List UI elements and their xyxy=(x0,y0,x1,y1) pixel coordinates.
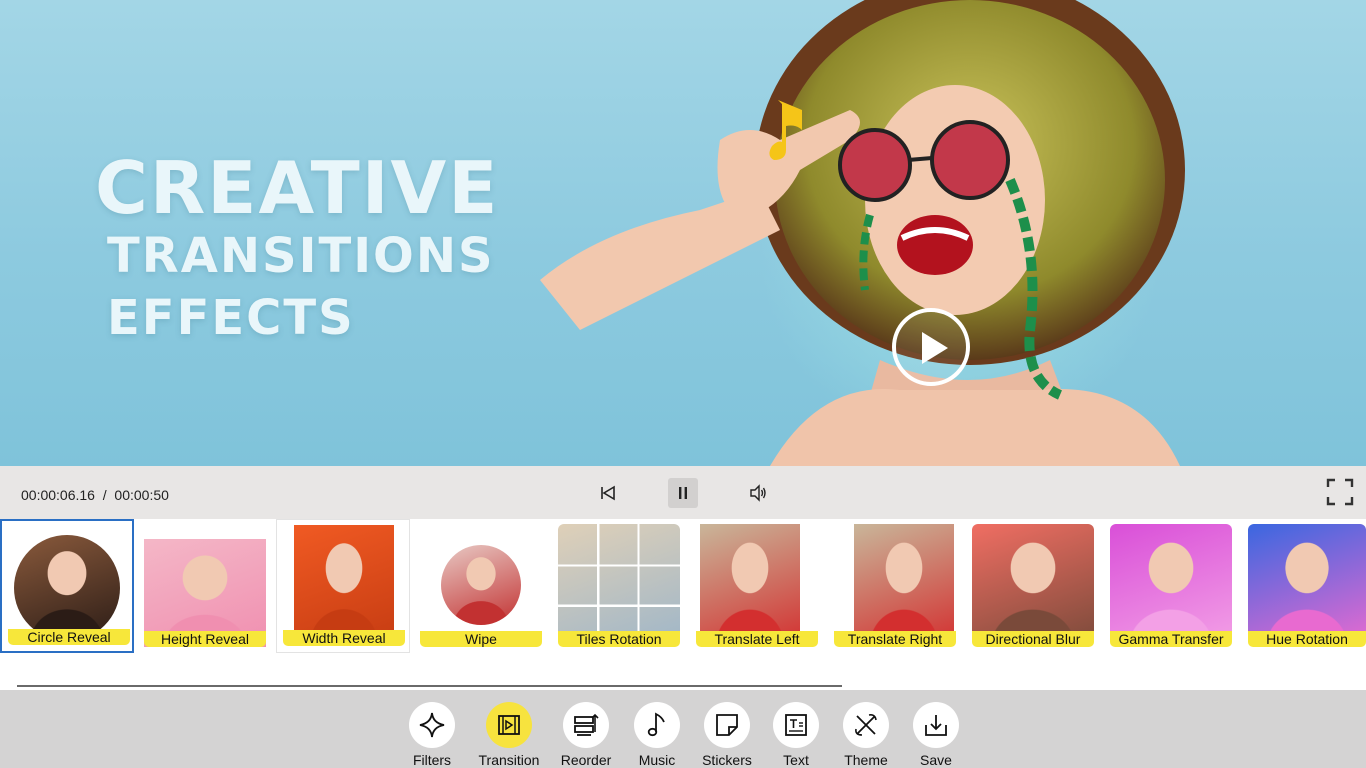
sparkle-icon xyxy=(419,712,445,738)
pause-icon xyxy=(679,487,687,499)
headline-line-2: TRANSITIONS xyxy=(107,228,495,284)
transition-translate-right[interactable]: Translate Right xyxy=(828,519,962,653)
transition-thumbnail xyxy=(1248,524,1366,646)
transition-label: Translate Left xyxy=(696,631,818,647)
transition-label: Circle Reveal xyxy=(8,629,130,645)
play-button[interactable] xyxy=(892,308,970,386)
transition-label: Hue Rotation xyxy=(1248,631,1366,647)
transition-circle-reveal[interactable]: Circle Reveal xyxy=(0,519,134,653)
transition-label: Height Reveal xyxy=(144,631,266,647)
hero-photo xyxy=(540,0,1185,466)
theme-button[interactable]: Theme xyxy=(831,702,901,768)
transition-gamma-transfer[interactable]: Gamma Transfer xyxy=(1104,519,1238,653)
skip-back-button[interactable] xyxy=(593,478,623,508)
music-note-icon xyxy=(647,712,665,737)
fullscreen-button[interactable] xyxy=(1326,478,1354,506)
transition-label: Gamma Transfer xyxy=(1110,631,1232,647)
transition-thumbnail xyxy=(1110,524,1232,646)
theme-label: Theme xyxy=(844,752,888,768)
transition-width-reveal[interactable]: Width Reveal xyxy=(276,519,410,653)
sticker-icon xyxy=(716,714,738,736)
theme-icon xyxy=(855,714,877,736)
headline-line-3: EFFECTS xyxy=(107,290,355,346)
transition-translate-left[interactable]: Translate Left xyxy=(690,519,824,653)
transition-icon xyxy=(498,715,520,735)
filters-button[interactable]: Filters xyxy=(397,702,467,768)
transition-tiles-rotation[interactable]: Tiles Rotation xyxy=(552,519,686,653)
save-button[interactable]: Save xyxy=(901,702,971,768)
total-time: 00:00:50 xyxy=(114,487,169,503)
stickers-label: Stickers xyxy=(702,752,752,768)
transition-thumbnail xyxy=(441,545,521,625)
text-label: Text xyxy=(783,752,809,768)
transition-thumbnail xyxy=(294,525,394,645)
save-label: Save xyxy=(920,752,952,768)
horizontal-scrollbar[interactable] xyxy=(17,685,842,687)
transition-thumbnail xyxy=(14,535,120,641)
transition-button[interactable]: Transition xyxy=(474,702,544,768)
volume-icon xyxy=(750,484,766,502)
transition-thumbnail xyxy=(700,524,800,646)
transition-label: Translate Right xyxy=(834,631,956,647)
stickers-button[interactable]: Stickers xyxy=(692,702,762,768)
reorder-label: Reorder xyxy=(560,752,612,768)
transition-label: Directional Blur xyxy=(972,631,1094,647)
time-readout: 00:00:06.16 / 00:00:50 xyxy=(21,487,169,503)
skip-back-icon xyxy=(601,485,615,501)
volume-button[interactable] xyxy=(743,478,773,508)
transition-list[interactable]: Circle Reveal Height Reveal Width Reveal… xyxy=(0,519,1366,655)
text-button[interactable]: Text xyxy=(761,702,831,768)
filters-label: Filters xyxy=(412,752,452,768)
transition-thumbnail xyxy=(972,524,1094,646)
player-controls: 00:00:06.16 / 00:00:50 xyxy=(0,466,1366,519)
transition-label: Width Reveal xyxy=(283,630,405,646)
save-icon xyxy=(925,715,947,736)
reorder-icon xyxy=(574,713,599,736)
transition-label: Transition xyxy=(478,752,540,768)
transition-thumbnail xyxy=(558,524,680,646)
transition-height-reveal[interactable]: Height Reveal xyxy=(138,519,272,653)
transition-label: Tiles Rotation xyxy=(558,631,680,647)
preview-headline: CREATIVE TRANSITIONS EFFECTS xyxy=(95,150,499,350)
reorder-button[interactable]: Reorder xyxy=(551,702,621,768)
transition-thumbnail xyxy=(854,524,954,646)
transition-wipe[interactable]: Wipe xyxy=(414,519,548,653)
play-icon xyxy=(922,332,948,364)
transition-hue-rotation[interactable]: Hue Rotation xyxy=(1242,519,1366,653)
video-preview[interactable]: CREATIVE TRANSITIONS EFFECTS xyxy=(0,0,1366,466)
fullscreen-icon xyxy=(1326,478,1354,506)
bottom-toolbar: Filters Transition Reorder Music Sticker… xyxy=(0,690,1366,768)
music-button[interactable]: Music xyxy=(622,702,692,768)
music-label: Music xyxy=(638,752,676,768)
transition-directional-blur[interactable]: Directional Blur xyxy=(966,519,1100,653)
headline-line-1: CREATIVE xyxy=(95,146,500,230)
transition-label: Wipe xyxy=(420,631,542,647)
current-time: 00:00:06.16 xyxy=(21,487,95,503)
text-icon xyxy=(785,714,807,736)
pause-button[interactable] xyxy=(668,478,698,508)
